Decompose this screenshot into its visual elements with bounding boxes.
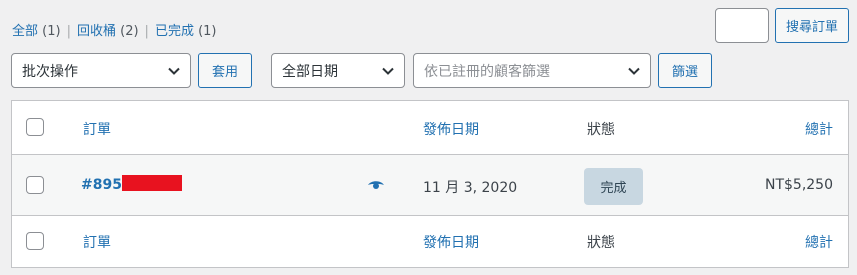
view-separator: | — [144, 24, 149, 39]
view-filters: 全部 (1) | 回收桶 (2) | 已完成 (1) — [12, 23, 217, 41]
view-separator: | — [66, 24, 71, 39]
row-checkbox[interactable] — [26, 176, 44, 194]
customer-filter-select[interactable]: 依已註冊的顧客篩選 — [413, 53, 651, 88]
date-filter-select[interactable]: 全部日期 — [271, 53, 405, 88]
column-total-footer[interactable]: 總計 — [805, 232, 833, 252]
column-date-footer[interactable]: 發佈日期 — [423, 232, 479, 252]
order-number: #895 — [81, 177, 122, 193]
order-link[interactable]: #895 — [81, 175, 182, 193]
select-all-checkbox[interactable] — [26, 118, 44, 136]
search-orders-button[interactable]: 搜尋訂單 — [774, 8, 849, 43]
chevron-down-icon — [628, 67, 640, 75]
search-box: 搜尋訂單 — [714, 8, 849, 43]
chevron-down-icon — [382, 67, 394, 75]
table-header-row: 訂單 發佈日期 狀態 總計 — [12, 101, 848, 155]
orders-table: 訂單 發佈日期 狀態 總計 #895 11 月 3, 2020 完成 NT$5,… — [11, 100, 849, 268]
column-total-header[interactable]: 總計 — [805, 119, 833, 139]
view-completed-link[interactable]: 已完成 (1) — [155, 24, 217, 39]
redacted-name — [121, 175, 182, 191]
table-row[interactable]: #895 11 月 3, 2020 完成 NT$5,250 — [12, 155, 848, 216]
column-date-header[interactable]: 發佈日期 — [423, 119, 479, 139]
column-status-header: 狀態 — [587, 122, 615, 138]
column-order-header[interactable]: 訂單 — [83, 119, 111, 139]
order-total: NT$5,250 — [764, 177, 833, 193]
view-trash-link[interactable]: 回收桶 (2) — [77, 24, 139, 39]
apply-button[interactable]: 套用 — [198, 53, 252, 88]
date-filter-value: 全部日期 — [282, 63, 338, 80]
view-all-link[interactable]: 全部 (1) — [12, 24, 61, 39]
column-status-footer: 狀態 — [587, 235, 615, 251]
tablenav: 批次操作 套用 全部日期 依已註冊的顧客篩選 篩選 — [11, 53, 849, 89]
column-order-footer[interactable]: 訂單 — [83, 232, 111, 252]
select-all-checkbox-footer[interactable] — [26, 232, 44, 250]
bulk-actions-select[interactable]: 批次操作 — [11, 53, 191, 88]
filter-button[interactable]: 篩選 — [658, 53, 712, 88]
status-badge: 完成 — [584, 168, 643, 205]
order-date: 11 月 3, 2020 — [423, 180, 518, 196]
bulk-actions-value: 批次操作 — [22, 63, 78, 80]
chevron-down-icon — [168, 67, 180, 75]
eye-icon[interactable] — [367, 178, 385, 192]
customer-filter-placeholder: 依已註冊的顧客篩選 — [424, 63, 550, 80]
table-footer-row: 訂單 發佈日期 狀態 總計 — [12, 216, 848, 268]
search-input[interactable] — [714, 8, 769, 43]
